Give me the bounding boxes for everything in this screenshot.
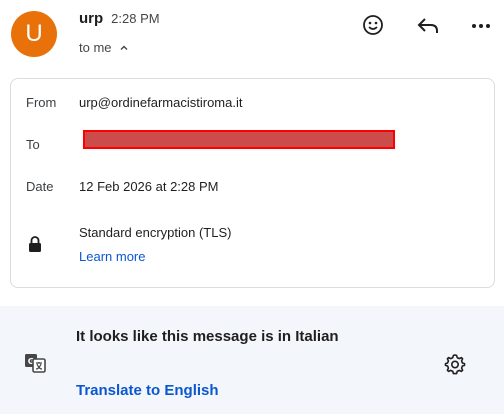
more-options-button[interactable] <box>466 10 496 40</box>
lock-icon <box>29 236 41 252</box>
reply-icon <box>417 18 438 33</box>
date-label: Date <box>26 179 54 194</box>
sender-name[interactable]: urp <box>79 10 103 27</box>
from-address[interactable]: urp@ordinefarmacistiroma.it <box>79 95 242 110</box>
redacted-recipient <box>83 130 395 149</box>
avatar[interactable]: U <box>11 11 57 57</box>
date-value: 12 Feb 2026 at 2:28 PM <box>79 179 219 194</box>
learn-more-link[interactable]: Learn more <box>79 249 145 264</box>
translate-banner: G It looks like this message is in Itali… <box>0 306 504 414</box>
chevron-up-icon <box>120 45 128 50</box>
emoji-icon <box>363 15 383 35</box>
gear-icon[interactable] <box>443 352 467 376</box>
recipient-summary: to me <box>79 40 112 55</box>
email-view: U urp 2:28 PM to me From urp@ordinefarma… <box>0 0 504 414</box>
sender-line: urp 2:28 PM <box>79 10 160 27</box>
from-label: From <box>26 95 57 110</box>
recipient-toggle[interactable]: to me <box>79 40 129 55</box>
more-icon <box>472 24 490 28</box>
sent-time: 2:28 PM <box>111 11 160 26</box>
emoji-react-button[interactable] <box>358 10 388 40</box>
to-label: To <box>26 137 40 152</box>
translate-to-english-link[interactable]: Translate to English <box>76 382 219 399</box>
translate-message: It looks like this message is in Italian <box>76 328 339 345</box>
translate-icon: G <box>25 354 46 373</box>
reply-button[interactable] <box>413 10 443 40</box>
encryption-text: Standard encryption (TLS) <box>79 225 232 240</box>
message-details-card: From urp@ordinefarmacistiroma.it To Date… <box>10 78 495 288</box>
